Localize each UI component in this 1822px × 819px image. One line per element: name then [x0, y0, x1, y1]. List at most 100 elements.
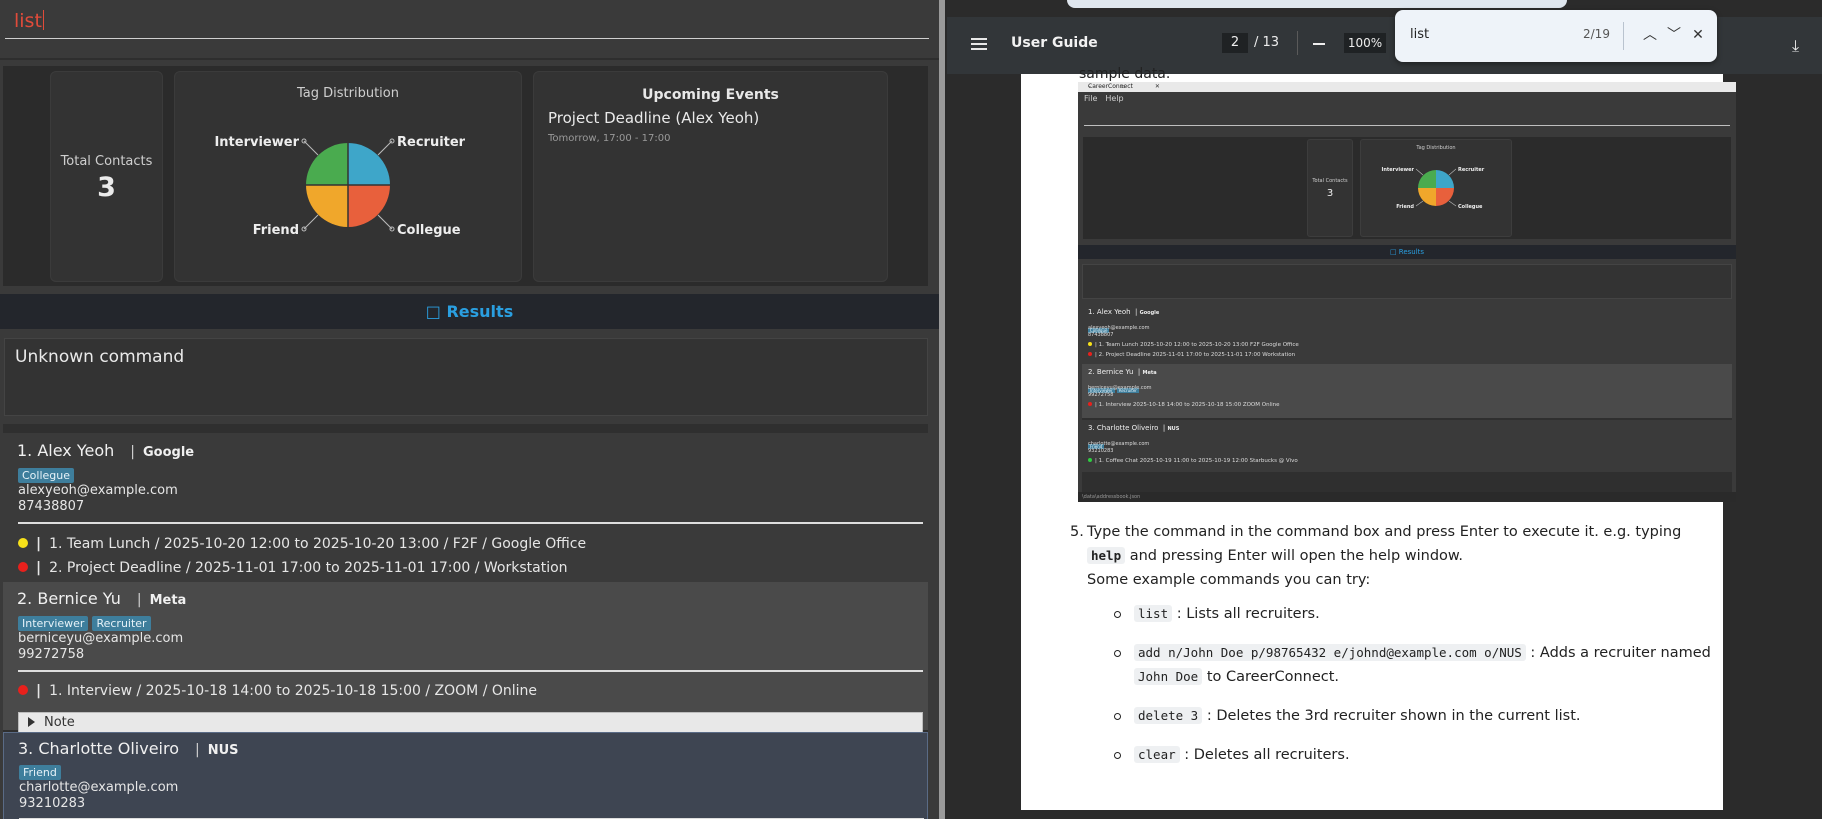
- bullet-icon: [1114, 650, 1121, 657]
- separator: |: [195, 742, 200, 758]
- embedded-title-bar: CareerConnect – ▫ ✕: [1078, 82, 1736, 92]
- embedded-results-header: □ Results: [1078, 245, 1736, 259]
- embedded-app-screenshot: CareerConnect – ▫ ✕ File Help Total Contac…: [1078, 82, 1736, 502]
- embedded-company: NUS: [1167, 426, 1180, 432]
- expand-arrow-icon: [28, 717, 35, 727]
- embedded-event-text: 1. Coffee Chat 2025-10-19 11:00 to 2025-…: [1098, 458, 1298, 464]
- example-text: : Deletes the 3rd recruiter shown in the…: [1206, 708, 1581, 724]
- result-display[interactable]: Unknown command: [4, 338, 928, 416]
- command-input[interactable]: list: [14, 10, 44, 32]
- download-icon[interactable]: ⤓: [1792, 36, 1799, 56]
- zoom-level-input[interactable]: 100%: [1344, 33, 1386, 53]
- step-text: Type the command in the command box and …: [1087, 524, 1682, 540]
- embedded-total-value: 3: [1326, 188, 1334, 199]
- embedded-contact-card: 1. Alex Yeoh | Google Collegue alexyeoh@…: [1082, 304, 1732, 364]
- event-bar: |: [36, 560, 42, 576]
- embedded-email: charlotte@example.com: [1088, 441, 1150, 447]
- career-connect-app: list Total Contacts 3 Tag Distribution I…: [0, 0, 939, 819]
- embedded-footer-path: \data\addressbook.json: [1082, 494, 1141, 500]
- tag-list: Interviewer Recruiter: [18, 612, 155, 631]
- bullet-icon: [1114, 611, 1121, 618]
- document-title: User Guide: [1011, 35, 1098, 51]
- contact-email: berniceyu@example.com: [18, 631, 184, 646]
- embedded-dashboard: Total Contacts 3 Tag Distribution Interv…: [1083, 137, 1731, 239]
- inline-code: delete 3: [1134, 707, 1203, 724]
- contact-email: charlotte@example.com: [19, 780, 179, 795]
- bullet-icon: [1114, 752, 1121, 759]
- event-bar: |: [36, 683, 42, 699]
- tag-pie-chart: Interviewer Recruiter Collegue Friend: [214, 135, 465, 238]
- divider: [1623, 22, 1624, 50]
- contact-phone: 87438807: [18, 499, 85, 514]
- step-number: 5.: [1070, 524, 1084, 540]
- dashboard: Total Contacts 3 Tag Distribution Interv…: [3, 66, 928, 286]
- page-number-input[interactable]: 2: [1222, 33, 1248, 53]
- chevron-up-icon[interactable]: ︿: [1638, 23, 1662, 47]
- embedded-total-panel: Total Contacts 3: [1307, 139, 1353, 237]
- step-text: and pressing Enter will open the help wi…: [1129, 548, 1464, 564]
- tag-collegue: Collegue: [18, 468, 75, 483]
- contact-card[interactable]: 2. Bernice Yu | Meta Interviewer Recruiter …: [3, 582, 928, 733]
- embedded-pie-label: Recruiter: [1458, 167, 1485, 173]
- embedded-event: | 1. Interview 2025-10-18 14:00 to 2025-…: [1088, 402, 1279, 408]
- event-status-dot: [1088, 352, 1092, 356]
- event-text: 1. Team Lunch / 2025-10-20 12:00 to 2025…: [49, 536, 587, 552]
- embedded-command-line: [1084, 125, 1730, 126]
- zoom-out-icon[interactable]: [1313, 43, 1325, 45]
- upcoming-event-time: Tomorrow, 17:00 - 17:00: [548, 133, 671, 144]
- contact-list[interactable]: 1. Alex Yeoh | Google Collegue alexyeoh@ex…: [3, 424, 928, 819]
- find-input[interactable]: list: [1410, 27, 1429, 42]
- chevron-down-icon[interactable]: ﹀: [1662, 23, 1686, 47]
- divider: [1297, 31, 1298, 55]
- embedded-event-text: 1. Team Lunch 2025-10-20 12:00 to 2025-1…: [1098, 342, 1299, 348]
- event-status-dot: [18, 685, 28, 695]
- command-input-value: list: [14, 10, 42, 32]
- embedded-contact-card: 2. Bernice Yu | Meta Interviewer Recruite…: [1082, 364, 1732, 418]
- total-contacts-label: Total Contacts: [60, 154, 153, 169]
- divider: [0, 58, 939, 60]
- pie-label-interviewer: Interviewer: [214, 135, 299, 150]
- divider: [18, 670, 923, 672]
- inline-code: John Doe: [1134, 668, 1203, 685]
- upcoming-events-title: Upcoming Events: [642, 87, 779, 103]
- event-status-dot: [18, 538, 28, 548]
- contact-company: Meta: [149, 593, 187, 608]
- note-toggle[interactable]: Note: [18, 712, 923, 733]
- command-box[interactable]: list: [0, 0, 939, 52]
- tag-recruiter: Recruiter: [92, 616, 151, 631]
- total-contacts-value: 3: [97, 172, 116, 203]
- event-status-dot: [1088, 458, 1092, 462]
- contact-card[interactable]: 1. Alex Yeoh | Google Collegue alexyeoh@ex…: [3, 433, 928, 582]
- embedded-contact-list: 1. Alex Yeoh | Google Collegue alexyeoh@…: [1082, 304, 1732, 492]
- event-item: | 1. Team Lunch / 2025-10-20 12:00 to 202…: [18, 536, 586, 552]
- contact-card-selected[interactable]: 3. Charlotte Oliveiro | NUS Friend charlot…: [3, 732, 928, 819]
- menu-icon[interactable]: [971, 38, 987, 50]
- embedded-tags-panel: Tag Distribution Interviewer Recruiter F…: [1360, 139, 1512, 237]
- menu-file: File: [1084, 94, 1098, 103]
- contact-name: 1. Alex Yeoh: [17, 441, 115, 460]
- embedded-pie-label: Friend: [1396, 204, 1414, 210]
- embedded-menu-bar: File Help: [1084, 94, 1132, 103]
- separator: |: [136, 592, 142, 608]
- inline-code: help: [1087, 547, 1126, 564]
- list-item: clear : Deletes all recruiters.: [1106, 743, 1711, 767]
- divider: [18, 522, 923, 524]
- inline-code: clear: [1134, 746, 1180, 763]
- result-message: Unknown command: [15, 347, 185, 367]
- embedded-phone: 93210283: [1088, 448, 1114, 454]
- close-icon[interactable]: ✕: [1686, 23, 1710, 47]
- pie-label-collegue: Collegue: [397, 223, 461, 238]
- tag-distribution-panel: Tag Distribution Interviewer Recruiter C…: [174, 71, 522, 282]
- embedded-pie-chart: Interviewer Recruiter Friend Collegue: [1381, 167, 1485, 210]
- results-label: □ Results: [425, 302, 514, 321]
- event-status-dot: [18, 562, 28, 572]
- upcoming-event-title[interactable]: Project Deadline (Alex Yeoh): [548, 109, 759, 127]
- tag-interviewer: Interviewer: [18, 616, 89, 631]
- embedded-company: Google: [1139, 310, 1160, 316]
- contact-name: 3. Charlotte Oliveiro: [18, 739, 180, 758]
- contact-company: Google: [143, 445, 195, 460]
- event-status-dot: [1088, 342, 1092, 346]
- bullet-icon: [1114, 713, 1121, 720]
- embedded-contact-name: 3. Charlotte Oliveiro | NUS: [1088, 424, 1180, 432]
- pdf-viewer: User Guide 2 / 13 100% ⤓ sample data. Ca…: [947, 0, 1822, 819]
